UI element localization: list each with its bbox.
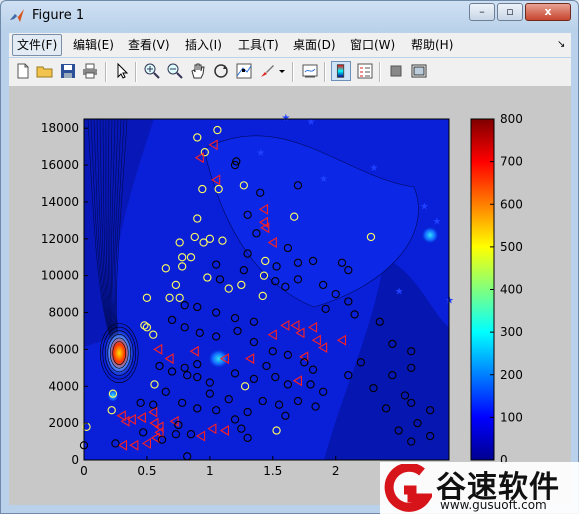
close-button[interactable]: x — [525, 3, 571, 21]
menu-file[interactable]: 文件(F) — [12, 34, 63, 56]
save-icon[interactable] — [59, 62, 77, 80]
watermark: 谷速软件 www.gusuoft.com — [380, 462, 579, 514]
menu-bar: 文件(F) 编辑(E) 查看(V) 插入(I) 工具(T) 桌面(D) 窗口(W… — [9, 33, 571, 57]
link-plot-icon[interactable] — [301, 62, 319, 80]
matlab-logo-icon — [10, 9, 24, 22]
marker-star-blue: ★ — [420, 202, 429, 213]
x-tick-label: 0 — [80, 464, 88, 478]
marker-star-blue: ★ — [256, 148, 265, 159]
hide-plot-tools-icon[interactable] — [387, 62, 405, 80]
data-cursor-icon[interactable] — [235, 62, 253, 80]
x-tick-label: 2 — [332, 464, 340, 478]
brush-icon[interactable] — [258, 62, 276, 80]
x-tick-label: 1 — [206, 464, 214, 478]
marker-star-blue: ★ — [432, 216, 441, 227]
colorbar-tick-label: 300 — [500, 325, 523, 339]
restore-button[interactable]: ▫ — [497, 3, 523, 21]
new-file-icon[interactable] — [14, 62, 32, 80]
marker-star-blue: ★ — [319, 174, 328, 185]
toolbar-separator — [292, 62, 294, 82]
pointer-icon[interactable] — [113, 62, 131, 80]
y-tick-label: 12000 — [41, 232, 79, 246]
menu-tools[interactable]: 工具(T) — [234, 36, 283, 54]
contour-spot — [421, 226, 440, 245]
open-folder-icon[interactable] — [36, 62, 54, 80]
menu-desktop[interactable]: 桌面(D) — [289, 36, 340, 54]
x-tick-label: 0.5 — [137, 464, 156, 478]
colorbar-tick-label: 400 — [500, 283, 523, 297]
dock-arrow-icon[interactable]: ↘ — [553, 36, 569, 54]
y-tick-label: 18000 — [41, 121, 79, 135]
toolbar-separator — [135, 62, 137, 82]
y-tick-label: 2000 — [48, 416, 79, 430]
colorbar-tick-label: 800 — [500, 112, 523, 126]
y-tick-label: 6000 — [48, 342, 79, 356]
menu-view[interactable]: 查看(V) — [124, 36, 174, 54]
colorbar-tick-label: 100 — [500, 410, 523, 424]
figure-toolbar — [9, 58, 571, 87]
menu-insert[interactable]: 插入(I) — [181, 36, 226, 54]
minimize-button[interactable]: – — [469, 3, 495, 21]
y-tick-label: 0 — [71, 453, 79, 467]
watermark-url: www.gusuoft.com — [440, 498, 547, 512]
contour-spot — [207, 348, 230, 369]
rotate-3d-icon[interactable] — [212, 62, 230, 80]
colorbar-tick-label: 600 — [500, 197, 523, 211]
toolbar-separator — [324, 62, 326, 82]
marker-star-blue: ★ — [369, 163, 378, 174]
print-icon[interactable] — [81, 62, 99, 80]
menu-window[interactable]: 窗口(W) — [346, 36, 399, 54]
y-tick-label: 4000 — [48, 379, 79, 393]
zoom-out-icon[interactable] — [166, 62, 184, 80]
contour-scatter-plot[interactable]: ★ ★★★★★★★★0 0.5 1 1.5 20200040006000800010000… — [9, 87, 571, 505]
y-tick-label: 16000 — [41, 158, 79, 172]
colorbar-tick-label: 500 — [500, 240, 523, 254]
pan-hand-icon[interactable] — [189, 62, 207, 80]
figure-canvas[interactable]: ★ ★ ★ ★ ★ ★ ★ ★ ★ 0 0.5 1 1.5 2 0 2000 4000 6000 8000 10000… — [9, 87, 571, 505]
figure-window: Figure 1 – ▫ x 文件(F) 编辑(E) 查看(V) 插入(I) 工… — [0, 0, 579, 514]
marker-star-blue: ★ — [307, 117, 316, 128]
brush-dropdown-icon[interactable] — [277, 62, 287, 80]
toolbar-separator — [105, 62, 107, 82]
colorbar-tick-label: 700 — [500, 155, 523, 169]
colorbar-tick-label: 200 — [500, 368, 523, 382]
legend-icon[interactable] — [356, 62, 374, 80]
watermark-logo-icon — [384, 464, 432, 512]
toolbar-separator — [379, 62, 381, 82]
zoom-in-icon[interactable] — [143, 62, 161, 80]
colorbar-icon[interactable] — [331, 61, 351, 81]
window-title: Figure 1 — [32, 8, 85, 23]
y-tick-label: 10000 — [41, 269, 79, 283]
x-tick-label: 1.5 — [263, 464, 282, 478]
marker-star-blue: ★ — [395, 286, 404, 297]
show-plot-tools-icon[interactable] — [410, 62, 428, 80]
menu-edit[interactable]: 编辑(E) — [69, 36, 118, 54]
title-bar[interactable]: Figure 1 – ▫ x — [1, 1, 578, 31]
y-tick-label: 8000 — [48, 306, 79, 320]
menu-help[interactable]: 帮助(H) — [407, 36, 457, 54]
y-tick-label: 14000 — [41, 195, 79, 209]
